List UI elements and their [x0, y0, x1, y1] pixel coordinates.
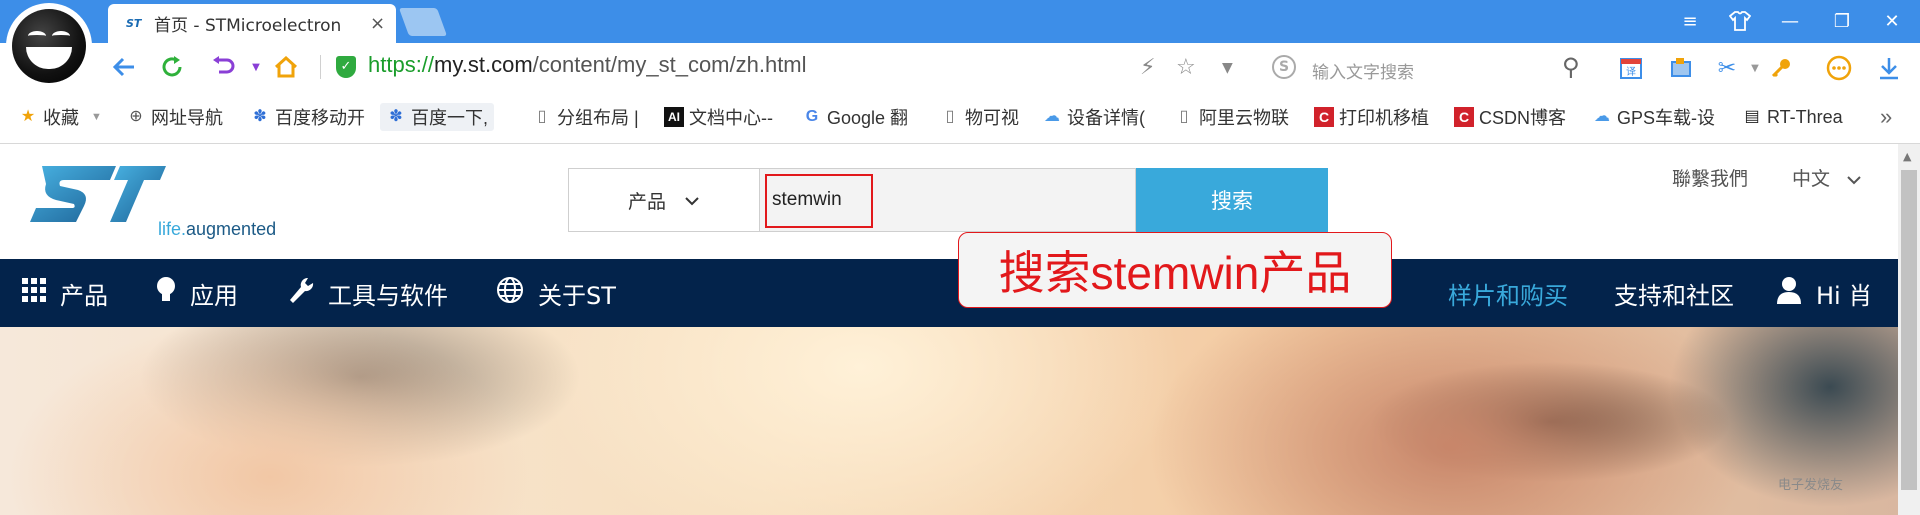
user-icon	[1776, 276, 1802, 311]
scissors-icon[interactable]: ✂	[1712, 53, 1742, 83]
favorite-star-icon[interactable]: ☆	[1176, 55, 1196, 80]
nav-support[interactable]: 支持和社区	[1614, 259, 1734, 327]
bookmark-item[interactable]: G Google 翻	[802, 103, 908, 131]
browser-title-bar: ST 首页 - STMicroelectron × ≡ — ❐ ✕	[0, 0, 1920, 43]
close-window-icon[interactable]: ✕	[1874, 6, 1910, 36]
scrollbar-thumb[interactable]	[1901, 170, 1917, 490]
cloud-icon: ☁	[1044, 108, 1060, 125]
bookmark-item[interactable]: ⊕ 网址导航	[126, 103, 223, 131]
nav-applications[interactable]: 应用	[156, 259, 238, 327]
baidu-icon: ✽	[389, 108, 403, 125]
bookmark-item[interactable]: ▤ RT-Threa	[1742, 103, 1842, 131]
annotation-highlight-box	[765, 174, 873, 228]
favorites-dropdown-icon: ▼	[91, 111, 102, 123]
bookmark-item[interactable]: C CSDN博客	[1454, 103, 1566, 131]
nav-tools[interactable]: 工具与软件	[288, 259, 448, 327]
vertical-scrollbar[interactable]: ▲	[1898, 144, 1920, 515]
restore-icon[interactable]: ❐	[1824, 6, 1860, 36]
address-toolbar: ▼ ✓ https://my.st.com/content/my_st_com/…	[0, 43, 1920, 91]
chevron-down-icon	[1846, 171, 1862, 189]
web-page: life.augmented 产品 stemwin 搜索 聯繫我們 中文 产品 …	[0, 144, 1898, 515]
page-icon: ▯	[945, 108, 955, 125]
bookmark-item[interactable]: AI 文档中心--	[664, 103, 773, 131]
bookmark-item[interactable]: ✽ 百度一下,	[380, 103, 495, 131]
book-icon: ▤	[1744, 108, 1760, 125]
csdn-icon: C	[1314, 107, 1334, 127]
bookmark-favorites[interactable]: ★ 收藏 ▼	[18, 103, 102, 131]
main-navbar: 产品 应用 工具与软件 关于ST 样片和购买 支持和社区 Hi 肖	[0, 259, 1898, 327]
secure-shield-icon[interactable]: ✓	[336, 56, 356, 78]
download-icon[interactable]	[1874, 53, 1904, 83]
search-engine-icon[interactable]: S	[1272, 55, 1296, 79]
bookmark-item[interactable]: ☁ 设备详情(	[1042, 103, 1145, 131]
st-favicon-icon: ST	[126, 16, 142, 30]
key-icon[interactable]	[1766, 53, 1796, 83]
cloud-icon: ☁	[1594, 108, 1610, 125]
star-icon: ★	[20, 108, 36, 125]
page-icon: ▯	[1179, 108, 1189, 125]
browser-tab[interactable]: ST 首页 - STMicroelectron ×	[108, 4, 396, 43]
scroll-up-icon[interactable]: ▲	[1903, 150, 1911, 163]
back-icon[interactable]	[108, 51, 140, 83]
watermark: 电子发烧友	[1778, 478, 1844, 493]
google-translate-icon: G	[805, 108, 819, 125]
bookmark-item[interactable]: ▯ 物可视	[940, 103, 1019, 131]
bookmark-item[interactable]: ▯ 阿里云物联	[1174, 103, 1289, 131]
new-tab-button[interactable]	[398, 8, 448, 36]
category-select[interactable]: 产品	[568, 168, 760, 232]
search-box[interactable]: S 输入文字搜索 ⚲	[1262, 51, 1592, 85]
menu-icon[interactable]: ≡	[1672, 6, 1708, 36]
ai-icon: AI	[664, 107, 684, 127]
lightning-icon[interactable]: ⚡	[1140, 55, 1155, 80]
undo-close-icon[interactable]	[208, 51, 240, 83]
baidu-icon: ✽	[253, 108, 267, 125]
screenshot-tool-icon[interactable]	[1666, 53, 1696, 83]
minimize-icon[interactable]: —	[1772, 6, 1808, 36]
bookmark-item[interactable]: C 打印机移植	[1314, 103, 1429, 131]
skin-icon[interactable]	[1722, 6, 1758, 36]
hero-banner-image	[0, 327, 1898, 515]
nav-samples-buy[interactable]: 样片和购买	[1448, 259, 1568, 327]
wrench-icon	[288, 276, 314, 311]
user-avatar[interactable]	[6, 3, 92, 89]
st-logo-icon	[30, 166, 166, 222]
category-label: 产品	[627, 190, 666, 213]
tab-close-icon[interactable]: ×	[370, 13, 385, 34]
language-select[interactable]: 中文	[1792, 164, 1862, 191]
search-placeholder: 输入文字搜索	[1312, 63, 1414, 83]
nav-products[interactable]: 产品	[22, 259, 108, 327]
st-tagline: life.augmented	[158, 219, 277, 239]
bookmark-item[interactable]: ✽ 百度移动开	[250, 103, 365, 131]
url-field[interactable]: https://my.st.com/content/my_st_com/zh.h…	[368, 52, 807, 78]
annotation-callout: 搜索stemwin产品	[958, 232, 1392, 308]
home-icon[interactable]	[270, 51, 302, 83]
nav-about[interactable]: 关于ST	[496, 259, 616, 327]
globe-icon	[496, 276, 524, 311]
page-icon: ▯	[537, 108, 547, 125]
address-separator	[320, 55, 321, 79]
more-bookmarks-icon[interactable]: »	[1880, 103, 1892, 131]
search-icon[interactable]: ⚲	[1562, 53, 1580, 81]
chevron-down-icon	[684, 191, 700, 210]
bookmark-item[interactable]: ▯ 分组布局 |	[532, 103, 639, 131]
globe-icon: ⊕	[129, 108, 143, 125]
svg-text:译: 译	[1626, 66, 1636, 78]
bookmarks-bar: ★ 收藏 ▼ ⊕ 网址导航 ✽ 百度移动开 ✽ 百度一下, ▯ 分组布局 | A…	[0, 91, 1920, 144]
refresh-icon[interactable]	[156, 51, 188, 83]
search-button[interactable]: 搜索	[1136, 168, 1328, 232]
nav-user[interactable]: Hi 肖	[1776, 259, 1872, 327]
lightbulb-icon	[156, 276, 176, 311]
grid-icon	[22, 277, 46, 309]
bookmark-item[interactable]: ☁ GPS车载-设	[1592, 103, 1715, 131]
address-dropdown-icon[interactable]: ▼	[1222, 60, 1233, 76]
more-options-icon[interactable]	[1824, 53, 1854, 83]
contact-link[interactable]: 聯繫我們	[1672, 164, 1748, 191]
csdn-icon: C	[1454, 107, 1474, 127]
undo-dropdown-icon[interactable]: ▼	[240, 51, 272, 83]
translate-icon[interactable]: 译	[1616, 53, 1646, 83]
tab-title: 首页 - STMicroelectron	[154, 16, 342, 36]
